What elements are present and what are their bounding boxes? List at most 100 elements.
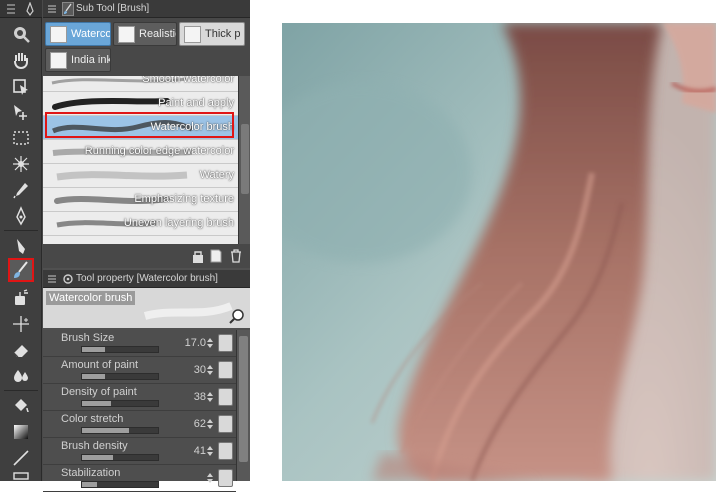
list-item-watery[interactable]: Watery bbox=[43, 164, 238, 188]
copy-icon[interactable] bbox=[209, 248, 223, 264]
pressure-icon[interactable] bbox=[218, 361, 233, 379]
auto-select-icon[interactable] bbox=[8, 152, 34, 176]
selection-icon[interactable] bbox=[8, 126, 34, 150]
property-label: Stabilization bbox=[61, 467, 121, 479]
spinner-icon[interactable] bbox=[206, 417, 214, 431]
tool-divider bbox=[4, 390, 38, 391]
menu-icon[interactable] bbox=[47, 3, 57, 15]
property-label: Brush Size bbox=[61, 332, 115, 344]
canvas-painting[interactable] bbox=[282, 23, 716, 481]
move-layer-icon[interactable] bbox=[8, 100, 34, 124]
magnify-icon[interactable] bbox=[228, 307, 246, 325]
tab-thick-paint[interactable]: Thick p bbox=[179, 22, 245, 46]
menu-icon[interactable] bbox=[6, 3, 16, 15]
property-slider[interactable] bbox=[81, 373, 159, 380]
property-value[interactable]: 38 bbox=[194, 391, 206, 403]
settings-icon[interactable] bbox=[191, 248, 205, 264]
property-row[interactable]: Amount of paint 30 bbox=[43, 357, 236, 384]
selected-brush-highlight bbox=[45, 112, 234, 138]
hand-icon[interactable] bbox=[8, 48, 34, 72]
pen-icon[interactable] bbox=[8, 204, 34, 228]
property-row[interactable]: Density of paint 38 bbox=[43, 384, 236, 411]
property-label: Density of paint bbox=[61, 386, 137, 398]
pressure-icon[interactable] bbox=[218, 442, 233, 460]
property-value[interactable]: 17.0 bbox=[185, 337, 206, 349]
scrollbar-thumb[interactable] bbox=[239, 336, 248, 462]
property-value[interactable]: 62 bbox=[194, 418, 206, 430]
property-slider[interactable] bbox=[81, 400, 159, 407]
preview-brush-name: Watercolor brush bbox=[46, 291, 136, 305]
property-slider[interactable] bbox=[81, 481, 159, 488]
list-item-uneven-layering-brush[interactable]: Uneven layering brush bbox=[43, 212, 238, 236]
brush-list-scrollbar[interactable] bbox=[238, 76, 250, 244]
property-value[interactable]: 30 bbox=[194, 364, 206, 376]
property-slider[interactable] bbox=[81, 454, 159, 461]
subtool-panel-title: Sub Tool [Brush] bbox=[43, 0, 250, 18]
brush-preview: Watercolor brush bbox=[43, 288, 250, 328]
property-row[interactable]: Color stretch 62 bbox=[43, 411, 236, 438]
line-icon[interactable] bbox=[8, 446, 34, 470]
subtool-tabs: Waterco Realistic Thick p India ink bbox=[43, 18, 250, 76]
spinner-icon[interactable] bbox=[206, 336, 214, 350]
spinner-icon[interactable] bbox=[206, 471, 214, 485]
object-icon[interactable] bbox=[8, 74, 34, 98]
property-row[interactable]: Brush density 41 bbox=[43, 438, 236, 465]
tool-strip bbox=[0, 0, 42, 481]
clip-studio-window: Sub Tool [Brush] Waterco Realistic Thick… bbox=[0, 0, 250, 492]
pen-nib-icon bbox=[26, 2, 34, 16]
gradient-icon[interactable] bbox=[8, 420, 34, 444]
list-item-smooth-watercolor[interactable]: Smooth watercolor bbox=[43, 76, 238, 92]
property-slider[interactable] bbox=[81, 427, 159, 434]
eraser-icon[interactable] bbox=[8, 338, 34, 362]
tab-watercolor[interactable]: Waterco bbox=[45, 22, 111, 46]
property-value[interactable]: 41 bbox=[194, 445, 206, 457]
tab-realistic[interactable]: Realistic bbox=[113, 22, 177, 46]
brush-stroke-preview bbox=[143, 302, 233, 320]
subtool-panel: Sub Tool [Brush] Waterco Realistic Thick… bbox=[43, 0, 250, 492]
list-item-running-color-edge-watercolor[interactable]: Running color edge watercolor bbox=[43, 140, 238, 164]
spinner-icon[interactable] bbox=[206, 390, 214, 404]
property-label: Color stretch bbox=[61, 413, 124, 425]
blend-icon[interactable] bbox=[8, 364, 34, 388]
tool-strip-header bbox=[0, 0, 42, 18]
wrench-icon bbox=[63, 274, 73, 284]
property-label: Amount of paint bbox=[61, 359, 139, 371]
pressure-icon[interactable] bbox=[218, 334, 233, 352]
shape-icon[interactable] bbox=[8, 470, 34, 480]
zoom-icon[interactable] bbox=[8, 22, 34, 46]
list-item-partial[interactable] bbox=[43, 236, 238, 244]
property-row[interactable]: Stabilization bbox=[43, 465, 236, 492]
tab-india-ink[interactable]: India ink bbox=[45, 48, 111, 72]
brush-list: Smooth watercolor Paint and apply Waterc… bbox=[43, 76, 238, 244]
eyedropper-icon[interactable] bbox=[8, 178, 34, 202]
trash-icon[interactable] bbox=[229, 248, 243, 264]
brush-icon bbox=[184, 26, 201, 43]
property-row[interactable]: Brush Size 17.0 bbox=[43, 330, 236, 357]
menu-icon[interactable] bbox=[47, 273, 57, 285]
pressure-icon[interactable] bbox=[218, 469, 233, 487]
slider-fill bbox=[82, 401, 111, 406]
slider-fill bbox=[82, 482, 98, 487]
brush-icon[interactable] bbox=[8, 258, 34, 282]
property-scrollbar[interactable] bbox=[236, 330, 250, 481]
spinner-icon[interactable] bbox=[206, 444, 214, 458]
pencil-icon[interactable] bbox=[8, 234, 34, 258]
pressure-icon[interactable] bbox=[218, 388, 233, 406]
fill-icon[interactable] bbox=[8, 394, 34, 418]
slider-fill bbox=[82, 455, 114, 460]
decoration-icon[interactable] bbox=[8, 312, 34, 336]
spinner-icon[interactable] bbox=[206, 363, 214, 377]
subtool-actions bbox=[43, 244, 250, 268]
brush-icon bbox=[50, 26, 67, 43]
property-slider[interactable] bbox=[81, 346, 159, 353]
brush-icon bbox=[62, 2, 74, 16]
list-item-emphasizing-texture[interactable]: Emphasizing texture bbox=[43, 188, 238, 212]
pressure-icon[interactable] bbox=[218, 415, 233, 433]
subtool-title-text: Sub Tool [Brush] bbox=[76, 3, 150, 14]
airbrush-icon[interactable] bbox=[8, 286, 34, 310]
tool-property-panel-title: Tool property [Watercolor brush] bbox=[43, 270, 250, 288]
brush-stroke-preview bbox=[56, 171, 188, 181]
scrollbar-thumb[interactable] bbox=[241, 124, 249, 194]
property-label: Brush density bbox=[61, 440, 128, 452]
slider-fill bbox=[82, 374, 105, 379]
